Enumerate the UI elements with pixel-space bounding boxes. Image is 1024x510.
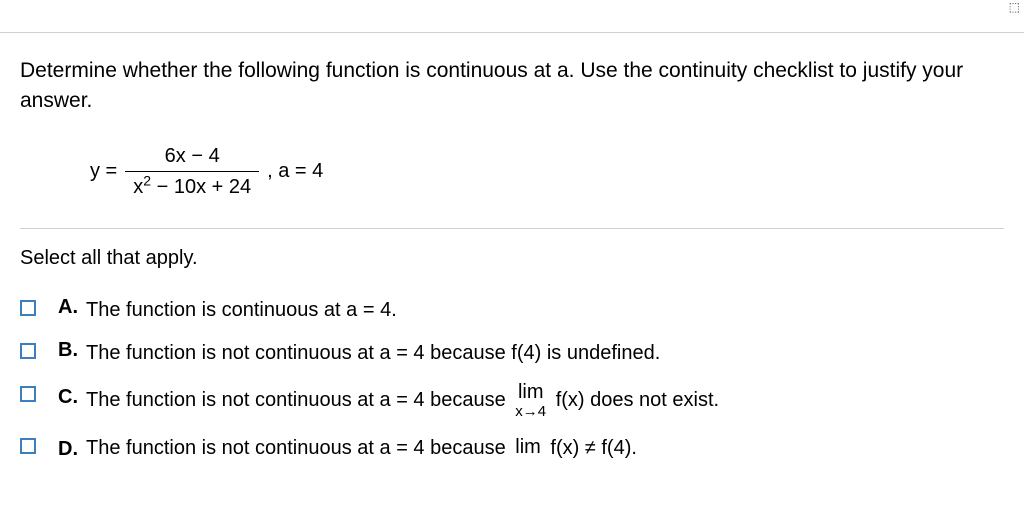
option-text: The function is not continuous at a = 4 … xyxy=(86,382,719,419)
checkbox-A[interactable] xyxy=(20,300,36,316)
equation: y = 6x − 4 x2 − 10x + 24 , a = 4 xyxy=(90,141,1004,202)
checkbox-B[interactable] xyxy=(20,343,36,359)
option-letter: C. xyxy=(58,386,86,409)
limit-expression: lim x→4 xyxy=(515,382,546,419)
option-letter: D. xyxy=(58,438,86,461)
equation-fraction: 6x − 4 x2 − 10x + 24 xyxy=(125,141,259,202)
option-text: The function is not continuous at a = 4 … xyxy=(86,339,660,367)
equation-numerator: 6x − 4 xyxy=(157,141,228,171)
divider-top xyxy=(0,32,1024,33)
equation-after: , a = 4 xyxy=(267,160,323,183)
option-text: The function is not continuous at a = 4 … xyxy=(86,434,637,462)
divider-mid xyxy=(20,228,1004,229)
cropped-fragment: ⬚ xyxy=(1009,0,1020,14)
limit-expression: lim xyxy=(515,437,541,459)
option-D[interactable]: D. The function is not continuous at a =… xyxy=(20,434,1004,462)
checkbox-D[interactable] xyxy=(20,438,36,454)
option-C[interactable]: C. The function is not continuous at a =… xyxy=(20,382,1004,419)
option-B[interactable]: B. The function is not continuous at a =… xyxy=(20,339,1004,367)
option-letter: B. xyxy=(58,339,86,362)
select-all-label: Select all that apply. xyxy=(20,247,1004,270)
option-letter: A. xyxy=(58,296,86,319)
checkbox-C[interactable] xyxy=(20,386,36,402)
options-list: A. The function is continuous at a = 4. … xyxy=(20,296,1004,462)
option-A[interactable]: A. The function is continuous at a = 4. xyxy=(20,296,1004,324)
question-prompt: Determine whether the following function… xyxy=(20,56,1004,117)
question-content: Determine whether the following function… xyxy=(20,56,1004,477)
equation-denominator: x2 − 10x + 24 xyxy=(125,171,259,202)
equation-lhs: y = xyxy=(90,160,117,183)
option-text: The function is continuous at a = 4. xyxy=(86,296,397,324)
